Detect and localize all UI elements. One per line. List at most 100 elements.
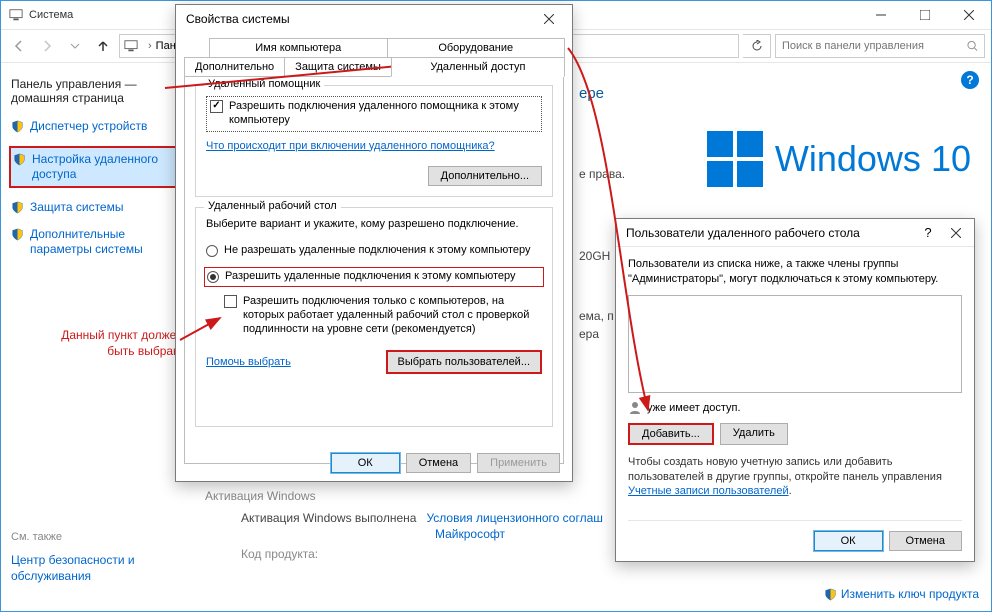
tab-hardware[interactable]: Оборудование [387, 38, 566, 57]
radio-icon [207, 271, 219, 283]
select-users-button[interactable]: Выбрать пользователей... [386, 350, 543, 374]
activation-text: Активация Windows выполнена [241, 511, 416, 525]
refresh-button[interactable] [743, 34, 771, 58]
tab-computer-name[interactable]: Имя компьютера [209, 38, 388, 57]
remove-user-button[interactable]: Удалить [720, 423, 788, 445]
shield-icon [11, 120, 24, 133]
left-nav-pane: Панель управления — домашняя страница Ди… [11, 77, 187, 269]
allow-remote-assistance-checkbox[interactable]: Разрешить подключения удаленного помощни… [210, 100, 538, 128]
sidebar-item-device-manager[interactable]: Диспетчер устройств [11, 119, 187, 134]
license-terms-link[interactable]: Условия лицензионного соглаш [426, 511, 602, 525]
group-legend: Удаленный рабочий стол [204, 200, 341, 212]
remote-desktop-group: Удаленный рабочий стол Выберите вариант … [195, 207, 553, 427]
advanced-button[interactable]: Дополнительно... [428, 166, 542, 186]
shield-icon [824, 588, 837, 601]
dialog-title: Свойства системы [186, 12, 290, 26]
dialog-buttons: ОК Отмена Применить [331, 453, 560, 473]
forward-button[interactable] [35, 34, 59, 58]
windows-logo-icon [707, 131, 763, 187]
bg-text-fragment: 20GH [579, 249, 610, 263]
checkbox-label: Разрешить подключения удаленного помощни… [229, 100, 538, 128]
cancel-button[interactable]: Отмена [889, 531, 962, 551]
search-box[interactable] [775, 34, 985, 58]
sidebar-item-remote-settings[interactable]: Настройка удаленного доступа [9, 146, 193, 188]
already-label: уже имеет доступ. [647, 402, 741, 414]
maximize-button[interactable] [903, 1, 947, 29]
see-also-title: См. также [11, 531, 161, 543]
cp-home-link[interactable]: Панель управления — домашняя страница [11, 77, 187, 105]
see-also-link[interactable]: Центр безопасности и обслуживания [11, 553, 161, 584]
apply-button[interactable]: Применить [477, 453, 560, 473]
help-button[interactable]: ? [914, 222, 942, 244]
users-listbox[interactable] [628, 295, 962, 393]
bg-text-fragment: ема, п [579, 309, 614, 323]
close-button[interactable] [942, 222, 970, 244]
bg-text-fragment: ера [579, 327, 599, 341]
computer-icon [124, 39, 138, 53]
sidebar-item-system-protection[interactable]: Защита системы [11, 200, 187, 215]
tab-strip: Имя компьютера Оборудование Дополнительн… [176, 33, 572, 76]
activation-section-label: Активация Windows [205, 489, 316, 503]
checkbox-label: Разрешить подключения только с компьютер… [243, 295, 542, 336]
bg-heading-suffix: ере [579, 85, 604, 102]
remote-assistance-group: Удаленный помощник Разрешить подключения… [195, 85, 553, 197]
minimize-button[interactable] [859, 1, 903, 29]
dialog-content: Пользователи из списка ниже, а также чле… [616, 247, 974, 509]
nla-checkbox[interactable]: Разрешить подключения только с компьютер… [224, 295, 542, 336]
dialog-buttons: ОК Отмена [628, 520, 962, 551]
sidebar-item-label: Диспетчер устройств [30, 119, 147, 134]
shield-icon [11, 201, 24, 214]
microsoft-link[interactable]: Майкрософт [435, 527, 505, 541]
product-code-label: Код продукта: [241, 547, 318, 561]
ok-button[interactable]: ОК [814, 531, 883, 551]
sidebar-item-label: Дополнительные параметры системы [30, 227, 187, 257]
ok-button[interactable]: ОК [331, 453, 400, 473]
help-icon[interactable]: ? [961, 71, 979, 89]
group-intro-text: Выберите вариант и укажите, кому разреше… [206, 218, 542, 230]
change-product-key-link[interactable]: Изменить ключ продукта [824, 587, 979, 601]
radio-icon [206, 245, 218, 257]
windows-version: 10 [931, 138, 971, 179]
bg-text-fragment: е права. [579, 167, 625, 181]
tab-advanced[interactable]: Дополнительно [184, 57, 285, 77]
activation-status: Активация Windows выполнена Условия лице… [241, 511, 603, 525]
already-has-access: уже имеет доступ. [628, 401, 962, 415]
sidebar-item-advanced-settings[interactable]: Дополнительные параметры системы [11, 227, 187, 257]
dialog-titlebar[interactable]: Свойства системы [176, 5, 572, 33]
intro-text: Пользователи из списка ниже, а также чле… [628, 257, 962, 287]
breadcrumb-segment: Пан [156, 40, 176, 52]
radio-allow-remote[interactable]: Разрешить удаленные подключения к этому … [207, 270, 541, 284]
dialog-title: Пользователи удаленного рабочего стола [626, 226, 860, 240]
dialog-titlebar[interactable]: Пользователи удаленного рабочего стола ? [616, 219, 974, 247]
search-input[interactable] [782, 40, 961, 52]
person-icon [628, 401, 642, 415]
computer-icon [9, 8, 23, 22]
shield-icon [13, 153, 26, 166]
window-title: Система [29, 9, 73, 21]
window-controls [859, 1, 991, 29]
radio-deny-remote[interactable]: Не разрешать удаленные подключения к это… [206, 244, 542, 258]
system-properties-dialog: Свойства системы Имя компьютера Оборудов… [175, 4, 573, 482]
group-legend: Удаленный помощник [204, 78, 324, 90]
tab-protection[interactable]: Защита системы [284, 57, 392, 77]
add-user-button[interactable]: Добавить... [628, 423, 714, 445]
windows-logo: Windows 10 [707, 131, 971, 187]
tab-content: Удаленный помощник Разрешить подключения… [184, 76, 564, 464]
tab-remote[interactable]: Удаленный доступ [391, 57, 565, 77]
up-button[interactable] [91, 34, 115, 58]
chevron-right-icon: › [148, 40, 152, 52]
user-accounts-link[interactable]: Учетные записи пользователей [628, 485, 789, 497]
back-button[interactable] [7, 34, 31, 58]
sidebar-item-label: Защита системы [30, 200, 123, 215]
shield-icon [11, 228, 24, 241]
cancel-button[interactable]: Отмена [406, 453, 471, 473]
help-choose-link[interactable]: Помочь выбрать [206, 356, 291, 368]
close-button[interactable] [947, 1, 991, 29]
annotation-text: Данный пункт должен быть выбран! [55, 328, 183, 359]
change-key-label: Изменить ключ продукта [841, 587, 979, 601]
close-button[interactable] [532, 8, 566, 30]
history-button[interactable] [63, 34, 87, 58]
sidebar-item-label: Настройка удаленного доступа [32, 152, 189, 182]
radio-label: Разрешить удаленные подключения к этому … [225, 270, 516, 284]
remote-assistance-help-link[interactable]: Что происходит при включении удаленного … [206, 140, 542, 152]
